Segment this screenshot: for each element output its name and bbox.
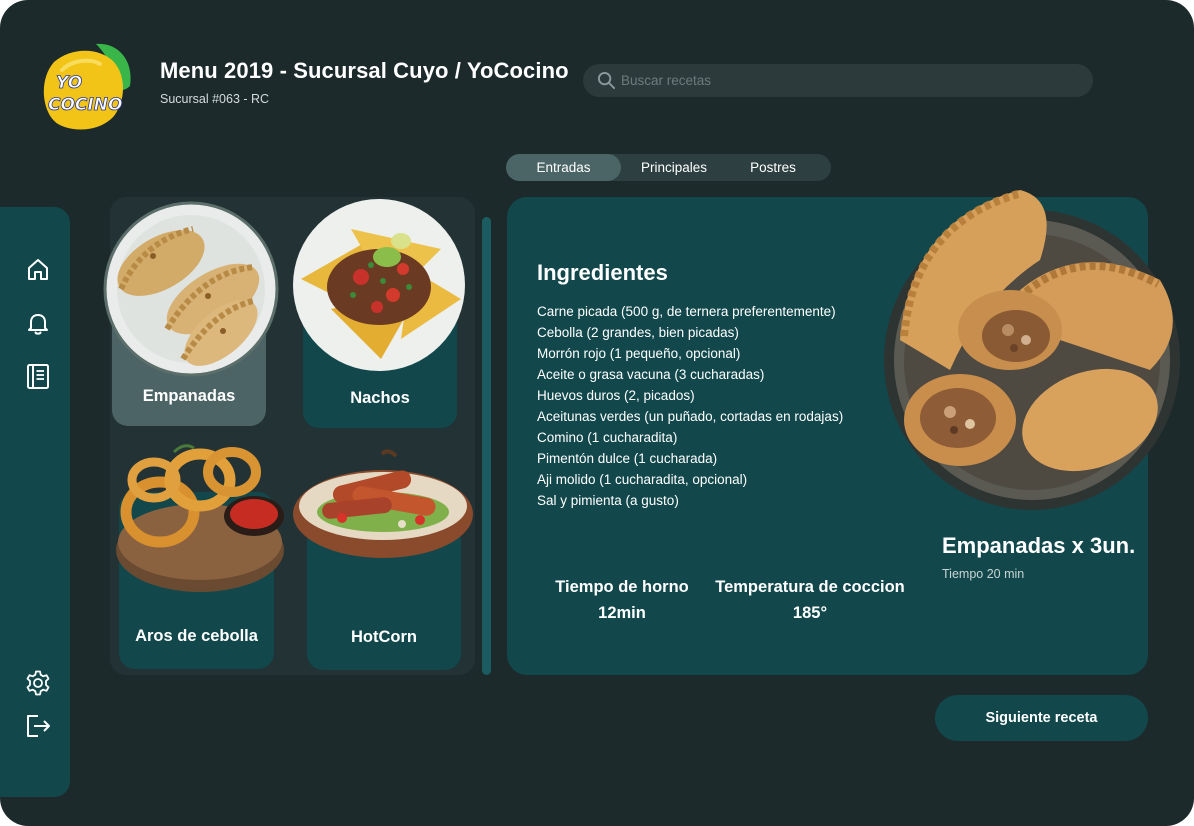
menu-item-label: HotCorn — [351, 628, 417, 646]
search-input[interactable] — [621, 73, 1061, 88]
ingredients-list: Carne picada (500 g, de ternera preferen… — [537, 301, 843, 511]
home-icon[interactable] — [24, 256, 52, 284]
next-recipe-button[interactable]: Siguiente receta — [935, 695, 1148, 741]
yococino-logo[interactable]: YO COCINO — [38, 40, 134, 132]
ingredient-item: Carne picada (500 g, de ternera preferen… — [537, 304, 836, 319]
stat-label: Tiempo de horno — [555, 578, 689, 596]
ingredient-item: Cebolla (2 grandes, bien picadas) — [537, 325, 739, 340]
sidebar — [0, 207, 70, 797]
stat-label: Temperatura de coccion — [715, 578, 905, 596]
nachos-image — [291, 199, 468, 372]
ingredient-item: Morrón rojo (1 pequeño, opcional) — [537, 346, 741, 361]
bake-time-stat: Tiempo de horno 12min — [552, 578, 692, 623]
search-bar[interactable] — [583, 64, 1093, 97]
stat-value: 185° — [792, 604, 828, 622]
logout-icon[interactable] — [24, 712, 52, 740]
hotcorn-image — [292, 448, 475, 560]
ingredient-item: Comino (1 cucharadita) — [537, 430, 678, 445]
menu-item-label: Nachos — [350, 389, 410, 407]
menu-item-label: Empanadas — [142, 387, 236, 405]
menu-item-label: Aros de cebolla — [135, 627, 258, 645]
ingredient-item: Pimentón dulce (1 cucharada) — [537, 451, 718, 466]
dish-name: Empanadas x 3un. — [942, 533, 1136, 558]
dish-time: Tiempo 20 min — [942, 567, 1025, 581]
ingredients-title: Ingredientes — [537, 260, 668, 285]
app-window: YO COCINO Menu 2019 - Sucursal Cuyo / Yo… — [0, 0, 1194, 826]
ingredient-item: Aceitunas verdes (un puñado, cortadas en… — [537, 409, 844, 424]
svg-text:YO: YO — [56, 73, 82, 93]
stat-value: 12min — [598, 604, 646, 622]
tab-entradas[interactable]: Entradas — [506, 154, 621, 181]
onion-rings-image — [114, 432, 286, 597]
settings-icon[interactable] — [24, 669, 52, 697]
dish-image — [880, 180, 1194, 515]
book-icon[interactable] — [24, 362, 52, 390]
ingredient-item: Huevos duros (2, picados) — [537, 388, 695, 403]
logo-mango-icon: YO COCINO — [43, 43, 131, 130]
ingredient-item: Aceite o grasa vacuna (3 cucharadas) — [537, 367, 765, 382]
ingredient-item: Sal y pimienta (a gusto) — [537, 493, 679, 508]
tab-postres[interactable]: Postres — [727, 154, 819, 181]
svg-text:COCINO: COCINO — [48, 95, 122, 115]
page-title: Menu 2019 - Sucursal Cuyo / YoCocino — [160, 58, 569, 83]
ingredient-item: Aji molido (1 cucharadita, opcional) — [537, 472, 748, 487]
tab-principales[interactable]: Principales — [621, 154, 727, 181]
category-tabs: Entradas Principales Postres — [506, 154, 831, 181]
temperature-stat: Temperatura de coccion 185° — [710, 578, 910, 623]
bell-icon[interactable] — [24, 309, 52, 337]
page-subtitle: Sucursal #063 - RC — [160, 92, 270, 106]
scrollbar[interactable] — [482, 217, 491, 675]
empanadas-image — [103, 201, 280, 378]
search-icon — [597, 71, 616, 90]
